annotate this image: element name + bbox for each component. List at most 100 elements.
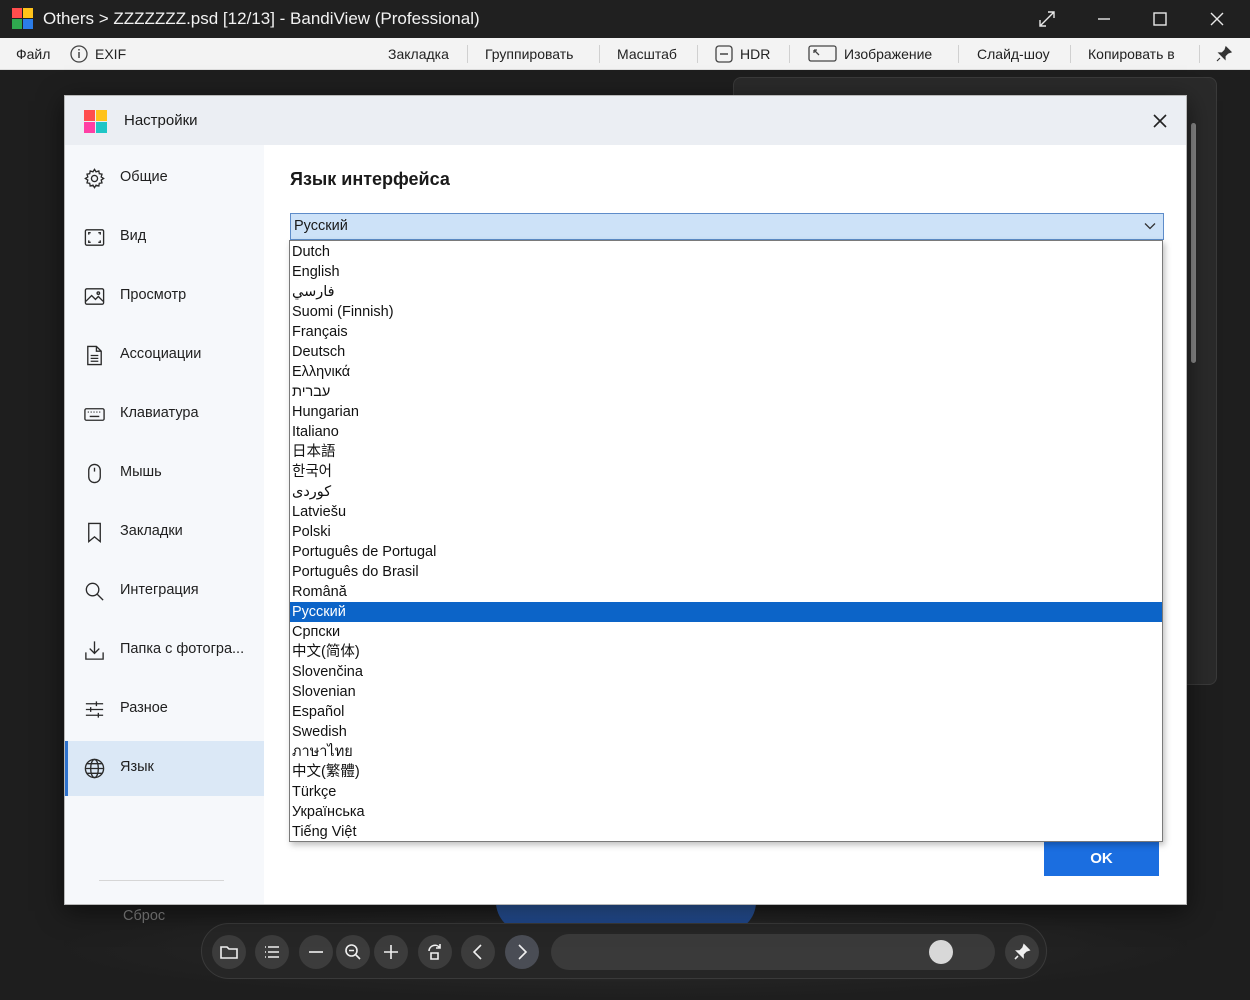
sidebar-item-language[interactable]: Язык: [65, 741, 264, 796]
fullscreen-button[interactable]: [1019, 0, 1075, 38]
image-resize-icon: [808, 45, 837, 62]
language-option[interactable]: עברית: [290, 382, 1162, 402]
language-option[interactable]: Română: [290, 582, 1162, 602]
ok-button[interactable]: OK: [1044, 841, 1159, 876]
maximize-button[interactable]: [1132, 0, 1188, 38]
sidebar-item-general[interactable]: Общие: [65, 151, 264, 206]
language-select[interactable]: Русский: [290, 213, 1164, 240]
language-option[interactable]: Polski: [290, 522, 1162, 542]
language-option[interactable]: Ελληνικά: [290, 362, 1162, 382]
menu-scale[interactable]: Масштаб: [617, 38, 677, 70]
language-option[interactable]: Italiano: [290, 422, 1162, 442]
menu-slideshow[interactable]: Слайд-шоу: [977, 38, 1050, 70]
language-option[interactable]: Hungarian: [290, 402, 1162, 422]
language-option[interactable]: Español: [290, 702, 1162, 722]
language-option[interactable]: Српски: [290, 622, 1162, 642]
sidebar-item-bookmarks[interactable]: Закладки: [65, 505, 264, 560]
language-option[interactable]: Tiếng Việt: [290, 822, 1162, 842]
language-option[interactable]: فارسي: [290, 282, 1162, 302]
previous-button[interactable]: [461, 935, 495, 969]
sidebar-item-view[interactable]: Вид: [65, 210, 264, 265]
sidebar-item-label: Закладки: [120, 523, 183, 539]
language-option[interactable]: Suomi (Finnish): [290, 302, 1162, 322]
pin-button[interactable]: [1215, 38, 1239, 70]
menu-group[interactable]: Группировать: [485, 38, 573, 70]
image-icon: [83, 285, 106, 308]
language-option[interactable]: Deutsch: [290, 342, 1162, 362]
rotate-button[interactable]: [418, 935, 452, 969]
menu-exif-label: EXIF: [95, 46, 127, 62]
sidebar-item-mouse[interactable]: Мышь: [65, 446, 264, 501]
document-icon: [83, 344, 106, 367]
sidebar-item-label: Папка с фотогра...: [120, 641, 245, 657]
language-option[interactable]: 한국어: [290, 462, 1162, 482]
language-option[interactable]: ภาษาไทย: [290, 742, 1162, 762]
sidebar-item-label: Мышь: [120, 464, 162, 480]
settings-app-icon: [84, 110, 108, 134]
zoom-out-button[interactable]: [299, 935, 333, 969]
sidebar-item-misc[interactable]: Разное: [65, 682, 264, 737]
language-option[interactable]: 中文(繁體): [290, 762, 1162, 782]
maximize-icon: [1153, 12, 1167, 26]
language-option[interactable]: Slovenčina: [290, 662, 1162, 682]
sidebar-item-associations[interactable]: Ассоциации: [65, 328, 264, 383]
reset-button[interactable]: Сброс: [123, 908, 165, 924]
open-folder-button[interactable]: [212, 935, 246, 969]
minimize-button[interactable]: [1076, 0, 1132, 38]
language-option[interactable]: Dutch: [290, 242, 1162, 262]
sidebar-item-label: Ассоциации: [120, 346, 202, 362]
language-option[interactable]: Français: [290, 322, 1162, 342]
next-button[interactable]: [505, 935, 539, 969]
language-option[interactable]: 中文(简体): [290, 642, 1162, 662]
sidebar-item-integration[interactable]: Интеграция: [65, 564, 264, 619]
menu-copy-to[interactable]: Копировать в: [1088, 38, 1175, 70]
menu-hdr[interactable]: HDR: [714, 38, 770, 70]
zoom-in-button[interactable]: [374, 935, 408, 969]
sidebar-item-label: Вид: [120, 228, 147, 244]
language-option[interactable]: English: [290, 262, 1162, 282]
language-option[interactable]: Slovenian: [290, 682, 1162, 702]
navigation-slider[interactable]: [551, 934, 995, 970]
language-option[interactable]: Português de Portugal: [290, 542, 1162, 562]
gear-icon: [83, 167, 106, 190]
menu-bookmark[interactable]: Закладка: [388, 38, 449, 70]
language-option[interactable]: Latviešu: [290, 502, 1162, 522]
sidebar-item-preview[interactable]: Просмотр: [65, 269, 264, 324]
menu-exif[interactable]: EXIF: [69, 38, 126, 70]
language-option[interactable]: Türkçe: [290, 782, 1162, 802]
download-icon: [83, 639, 106, 662]
sidebar-item-photo-folder[interactable]: Папка с фотогра...: [65, 623, 264, 678]
pin-toolbar-button[interactable]: [1005, 935, 1039, 969]
dialog-header: Настройки: [65, 96, 1186, 145]
close-window-button[interactable]: [1189, 0, 1245, 38]
sidebar-item-keyboard[interactable]: Клавиатура: [65, 387, 264, 442]
window-title: Others > ZZZZZZZ.psd [12/13] - BandiView…: [43, 9, 480, 28]
search-icon: [83, 580, 106, 603]
bottom-toolbar: [201, 923, 1047, 979]
list-button[interactable]: [255, 935, 289, 969]
close-icon: [1210, 12, 1224, 26]
menu-file[interactable]: Файл: [16, 38, 50, 70]
language-option[interactable]: Swedish: [290, 722, 1162, 742]
panel-scrollbar[interactable]: [1191, 123, 1196, 363]
language-option[interactable]: Русский: [290, 602, 1162, 622]
menu-image[interactable]: Изображение: [808, 38, 932, 70]
menu-bar: Файл EXIF Закладка Группировать Масштаб …: [0, 38, 1250, 70]
sidebar-item-label: Интеграция: [120, 582, 199, 598]
plus-icon: [384, 945, 398, 959]
language-option[interactable]: Українська: [290, 802, 1162, 822]
keyboard-icon: [83, 403, 106, 426]
language-option[interactable]: كوردى: [290, 482, 1162, 502]
slider-thumb[interactable]: [929, 940, 953, 964]
list-icon: [265, 946, 279, 958]
language-option[interactable]: Português do Brasil: [290, 562, 1162, 582]
language-dropdown-list[interactable]: Dutch English فارسي Suomi (Finnish) Français…: [289, 240, 1163, 842]
globe-icon: [83, 757, 106, 780]
sidebar-item-label: Разное: [120, 700, 168, 716]
language-option[interactable]: 日本語: [290, 442, 1162, 462]
dialog-close-button[interactable]: [1147, 108, 1173, 134]
chevron-right-icon: [518, 944, 528, 960]
zoom-fit-button[interactable]: [336, 935, 370, 969]
minimize-icon: [1098, 18, 1110, 20]
mouse-icon: [83, 462, 106, 485]
